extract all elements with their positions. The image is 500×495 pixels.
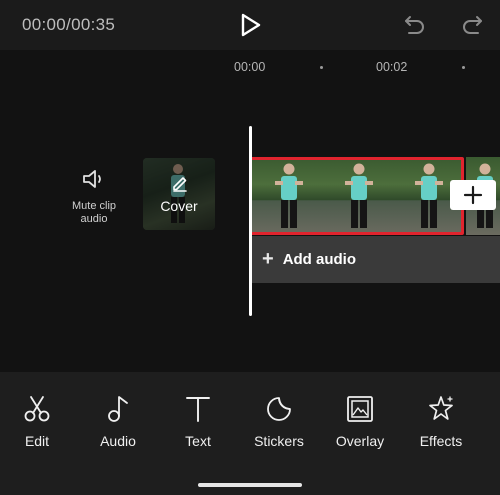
cover-button[interactable]: Cover — [143, 158, 215, 230]
tool-text[interactable]: Text — [158, 394, 238, 449]
tool-edit[interactable]: Edit — [0, 394, 77, 449]
ruler-label: 00:02 — [376, 60, 408, 74]
speaker-icon — [83, 170, 101, 188]
tool-label: Effects — [419, 433, 463, 449]
effects-star-icon — [429, 396, 453, 420]
top-bar: 00:00/00:35 — [0, 0, 500, 50]
timeline-ruler[interactable]: 00:00 00:02 — [0, 50, 500, 86]
pencil-icon — [173, 177, 187, 192]
tool-label: Overlay — [335, 433, 385, 449]
playhead[interactable] — [249, 126, 252, 316]
plus-icon — [463, 185, 483, 205]
cover-label: Cover — [160, 198, 198, 214]
redo-button[interactable] — [460, 14, 484, 36]
undo-button[interactable] — [403, 14, 427, 36]
add-audio-button[interactable]: + Add audio — [252, 236, 500, 283]
playback-time: 00:00/00:35 — [22, 15, 116, 34]
tool-overlay[interactable]: Overlay — [320, 394, 400, 449]
tool-label: Stickers — [254, 433, 304, 449]
overlay-icon — [347, 396, 373, 422]
home-indicator[interactable] — [198, 483, 302, 487]
tool-audio[interactable]: Audio — [78, 394, 158, 449]
ruler-dot — [462, 66, 465, 69]
redo-icon — [463, 16, 482, 34]
play-icon — [241, 13, 261, 37]
cover-overlay — [143, 158, 215, 230]
sticker-icon — [267, 397, 291, 421]
play-button[interactable] — [238, 12, 264, 38]
tool-label: Edit — [24, 433, 50, 449]
music-note-icon — [108, 396, 128, 422]
add-clip-button[interactable] — [450, 180, 496, 210]
ruler-dot — [320, 66, 323, 69]
bottom-toolbar: Edit Audio Text Stickers Overlay Effects — [0, 372, 500, 495]
selected-clip-highlight[interactable] — [249, 157, 464, 235]
tool-label: Text — [185, 433, 211, 449]
tool-stickers[interactable]: Stickers — [239, 394, 319, 449]
undo-icon — [405, 16, 424, 34]
mute-clip-audio-button[interactable]: Mute clip audio — [58, 168, 130, 226]
ruler-label: 00:00 — [234, 60, 266, 74]
add-audio-plus-icon: + — [262, 248, 274, 270]
tool-label: Audio — [100, 433, 136, 449]
add-audio-label: Add audio — [282, 251, 357, 268]
text-icon — [186, 397, 210, 422]
video-editor-screen: 00:00/00:35 00:00 00:02 Mute clip audio … — [0, 0, 500, 495]
tool-effects[interactable]: Effects — [401, 394, 481, 449]
mute-clip-audio-label: Mute clip audio — [71, 200, 117, 225]
scissors-icon — [24, 396, 50, 422]
